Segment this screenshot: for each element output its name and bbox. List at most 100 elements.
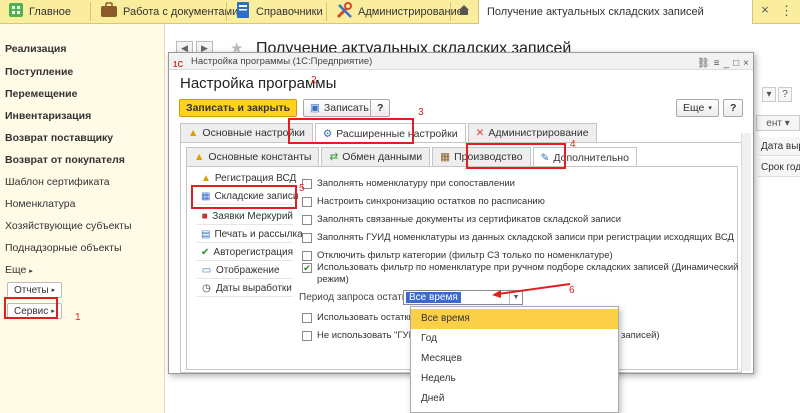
checkbox-box[interactable] — [302, 313, 312, 323]
section-refs-label: Справочники — [256, 5, 323, 18]
section-home-label: Главное — [29, 5, 72, 18]
maximize-icon[interactable]: □ — [733, 55, 739, 72]
dropdown-option-all-time[interactable]: Все время — [411, 309, 618, 329]
side-item-display[interactable]: ▭ Отображение — [197, 262, 293, 279]
open-tab[interactable]: Получение актуальных складских записей — [478, 0, 753, 24]
dropdown-option-days[interactable]: Дней — [411, 389, 618, 409]
checkbox-label-line: режим) — [317, 274, 349, 285]
dialog-scrollbar[interactable] — [741, 133, 751, 371]
sidebar-item-receipt[interactable]: Поступление — [5, 66, 73, 78]
factory-icon: ▦ — [440, 151, 451, 163]
sidebar-item-cert-template[interactable]: Шаблон сертификата — [5, 176, 110, 188]
checkbox-box[interactable] — [302, 331, 312, 341]
tab-label: Обмен данными — [342, 151, 423, 163]
checkbox-label: Не использовать "ГУИД — [317, 330, 422, 341]
checkbox-fill-linked-docs[interactable]: Заполнять связанные документы из сертифи… — [302, 214, 621, 225]
period-label: Период запроса остатков: — [299, 292, 420, 303]
sidebar-item-entities[interactable]: Хозяйствующие субъекты — [5, 220, 132, 232]
exchange-icon: ⇄ — [329, 151, 339, 163]
help-button-right[interactable]: ? — [723, 99, 744, 117]
annotation-number: 6 — [569, 285, 575, 296]
bg-more-button[interactable]: ент ▾ — [756, 115, 800, 131]
save-and-close-button[interactable]: Записать и закрыть — [179, 99, 298, 117]
side-item-mercury[interactable]: ■ Заявки Меркурий — [197, 208, 293, 225]
chevron-right-icon: ▸ — [29, 268, 33, 275]
side-item-dates[interactable]: ◷ Даты выработки — [197, 280, 293, 297]
bg-dropdown-button[interactable]: ▾ — [762, 87, 776, 102]
sidebar-item-supplier-return[interactable]: Возврат поставщику — [5, 132, 113, 144]
window-controls: ⛓ ≡ _ □ × — [697, 55, 749, 72]
checkbox-label: Отключить фильтр категории (фильтр СЗ то… — [317, 250, 613, 261]
tab-label: Основные константы — [208, 151, 312, 163]
sub-tabs: ▲ Основные константы ⇄ Обмен данными ▦ П… — [186, 147, 639, 167]
close-icon[interactable]: × — [758, 3, 772, 17]
minimize-icon[interactable]: _ — [724, 55, 730, 72]
checkbox-box[interactable] — [302, 215, 312, 225]
side-item-label: Заявки Меркурий — [212, 210, 293, 222]
section-home[interactable]: Главное — [8, 0, 71, 23]
dropdown-option-months[interactable]: Месяцев — [411, 349, 618, 369]
close-icon[interactable]: × — [743, 55, 749, 72]
help-button[interactable]: ? — [370, 99, 391, 117]
sidebar-more-label: Еще — [5, 264, 27, 276]
book-icon — [235, 1, 251, 22]
save-button[interactable]: ▣ Записать — [303, 99, 376, 117]
dropdown-option-year[interactable]: Год — [411, 329, 618, 349]
annotation-box-advanced-tab — [288, 118, 414, 144]
section-bar: Главное Работа с документами Справочники… — [0, 0, 800, 24]
checkbox-label: Настроить синхронизацию остатков по расп… — [317, 196, 545, 207]
home-button[interactable] — [458, 0, 470, 23]
check-icon: ✔ — [201, 246, 210, 258]
checkbox-box-checked[interactable]: ✔ — [302, 263, 312, 273]
more-label: Еще — [683, 102, 705, 114]
grid-icon — [8, 2, 24, 21]
bg-column-header: Срок годн — [758, 158, 800, 177]
checkbox-box[interactable] — [302, 233, 312, 243]
sidebar-item-realization[interactable]: Реализация — [5, 43, 67, 55]
link-icon[interactable]: ⛓ — [697, 55, 710, 72]
checkbox-fill-guid[interactable]: Заполнять ГУИД номенклатуры из данных ск… — [302, 232, 734, 243]
annotation-box-warehouse-records — [191, 185, 297, 209]
checkbox-dont-use-guid[interactable]: Не использовать "ГУИД — [302, 330, 422, 341]
tab-data-exchange[interactable]: ⇄ Обмен данными — [321, 147, 431, 166]
side-item-autoreg[interactable]: ✔ Авторегистрация — [197, 244, 293, 261]
reports-button[interactable]: Отчеты ▸ — [7, 282, 63, 298]
menu-icon[interactable]: ≡ — [714, 55, 720, 72]
checkbox-label: Заполнять связанные документы из сертифи… — [317, 214, 622, 225]
sidebar-item-more[interactable]: Еще ▸ — [5, 264, 33, 276]
checkbox-fill-nomenclature[interactable]: Заполнять номенклатуру при сопоставлении — [302, 178, 515, 189]
sidebar-item-customer-return[interactable]: Возврат от покупателя — [5, 154, 125, 166]
section-admin[interactable]: Администрирование — [336, 0, 463, 23]
section-refs[interactable]: Справочники — [235, 0, 323, 23]
checkbox-disable-category-filter[interactable]: Отключить фильтр категории (фильтр СЗ то… — [302, 250, 613, 261]
dialog-window-title: Настройка программы (1С:Предприятие) — [191, 56, 373, 67]
vsd-icon: ▲ — [201, 172, 211, 184]
section-docs[interactable]: Работа с документами — [100, 0, 238, 23]
sidebar-item-nomenclature[interactable]: Номенклатура — [5, 198, 75, 210]
annotation-box-service — [4, 297, 58, 319]
divider — [226, 2, 227, 21]
side-item-label: Авторегистрация — [213, 246, 293, 258]
warning-icon: ▲ — [188, 127, 199, 139]
annotation-number: 3 — [418, 107, 424, 118]
divider — [326, 2, 327, 21]
checkbox-use-remainders[interactable]: Использовать остатки п — [302, 312, 422, 323]
sidebar-item-inventory[interactable]: Инвентаризация — [5, 110, 91, 122]
bg-column-header: Дата выра — [758, 137, 800, 156]
checkbox-sync-schedule[interactable]: Настроить синхронизацию остатков по расп… — [302, 196, 545, 207]
checkbox-box[interactable] — [302, 197, 312, 207]
tab-label: Администрирование — [488, 127, 589, 139]
tab-administration[interactable]: ✕ Администрирование — [467, 123, 597, 142]
tab-basic-constants[interactable]: ▲ Основные константы — [186, 147, 320, 166]
checkbox-box[interactable] — [302, 251, 312, 261]
more-button[interactable]: Еще ▾ — [676, 99, 719, 117]
checkbox-label-tail: записей) — [621, 330, 660, 341]
sidebar-item-objects[interactable]: Поднадзорные объекты — [5, 242, 122, 254]
side-item-print[interactable]: ▤ Печать и рассылка — [197, 226, 303, 243]
sidebar-item-transfer[interactable]: Перемещение — [5, 88, 77, 100]
section-admin-label: Администрирование — [358, 5, 463, 18]
more-vertical-icon[interactable]: ⋮ — [780, 3, 793, 19]
bg-help-button[interactable]: ? — [778, 87, 792, 102]
dropdown-option-weeks[interactable]: Недель — [411, 369, 618, 389]
sidebar: Реализация Поступление Перемещение Инвен… — [0, 24, 165, 413]
